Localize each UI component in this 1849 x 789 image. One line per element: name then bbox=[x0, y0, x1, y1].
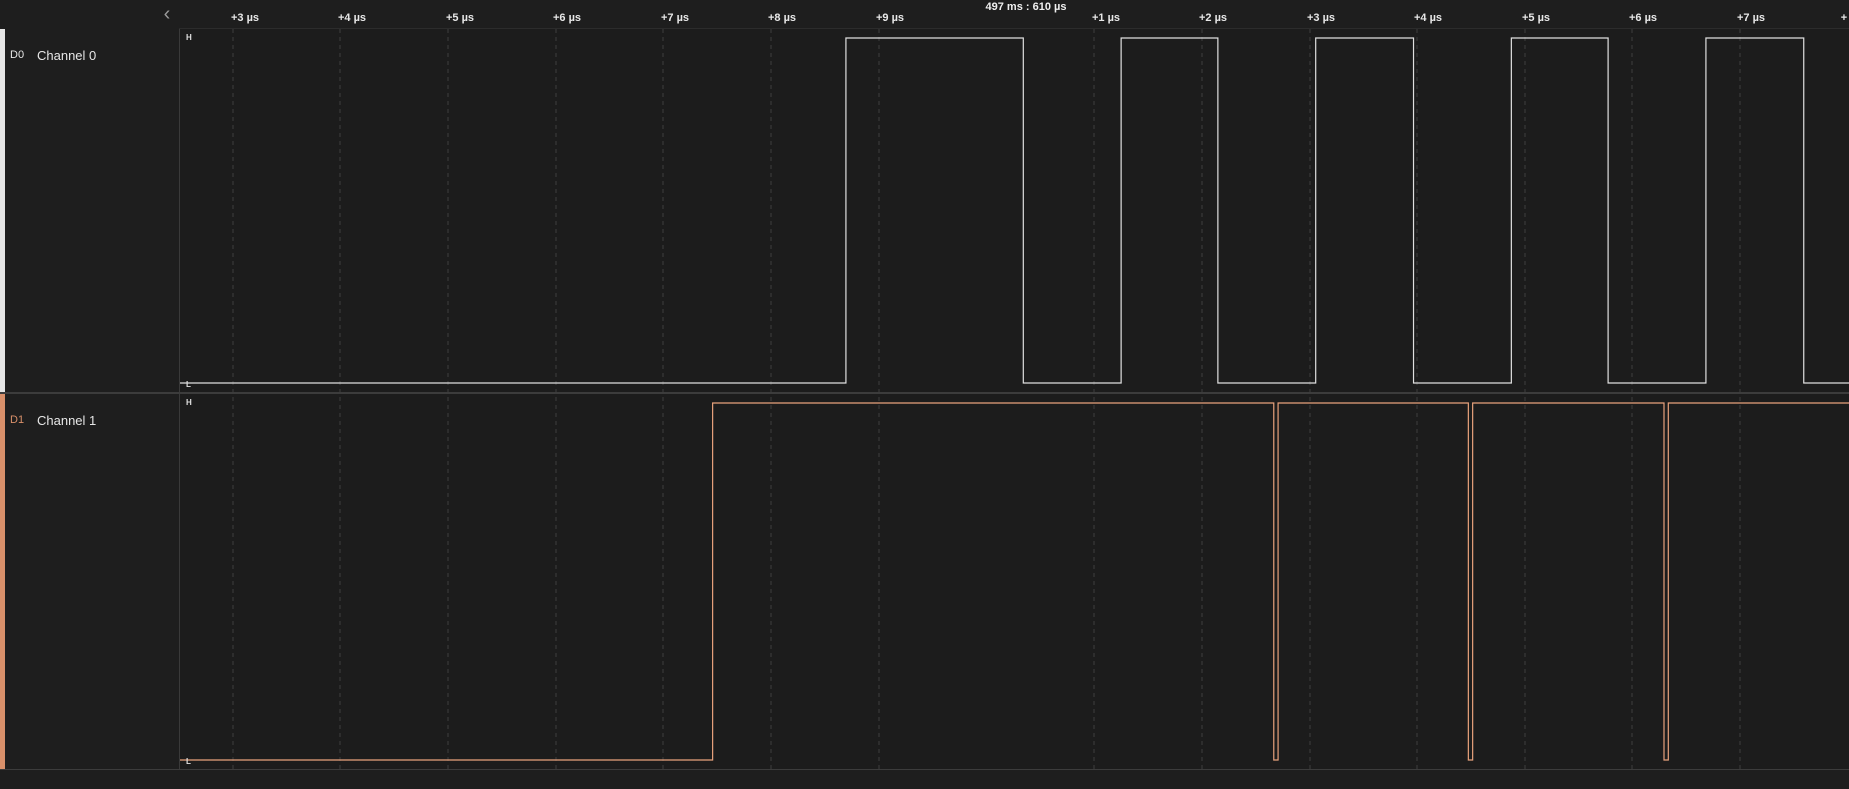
tick-label: +3 µs bbox=[230, 12, 260, 24]
tick-label: +7 µs bbox=[660, 12, 690, 24]
channel-label-panel[interactable]: D0 Channel 0 bbox=[0, 29, 179, 392]
tick-label: +1 µs bbox=[1091, 12, 1121, 24]
logic-analyzer-view: ‹ 497 ms : 610 µs +3 µs +4 µs +5 µs +6 µ… bbox=[0, 0, 1849, 789]
waveform-area[interactable] bbox=[179, 394, 1849, 769]
channel-id: D0 bbox=[10, 49, 25, 61]
tick-label: +6 µs bbox=[552, 12, 582, 24]
tick-label: + bbox=[1840, 12, 1848, 24]
time-ruler[interactable]: 497 ms : 610 µs +3 µs +4 µs +5 µs +6 µs … bbox=[179, 0, 1849, 29]
channel-color-bar bbox=[0, 29, 5, 392]
tick-label: +8 µs bbox=[767, 12, 797, 24]
channel-label-panel[interactable]: D1 Channel 1 bbox=[0, 394, 179, 769]
bottom-strip bbox=[0, 770, 1849, 789]
channel-id: D1 bbox=[10, 414, 25, 426]
channel-color-bar bbox=[0, 394, 5, 769]
tick-label: +5 µs bbox=[1521, 12, 1551, 24]
tick-label: +2 µs bbox=[1198, 12, 1228, 24]
tick-label: +6 µs bbox=[1628, 12, 1658, 24]
tick-label: +4 µs bbox=[337, 12, 367, 24]
channel-row-1[interactable]: D1 Channel 1 bbox=[0, 394, 1849, 769]
tick-label: +4 µs bbox=[1413, 12, 1443, 24]
tick-label: +9 µs bbox=[875, 12, 905, 24]
tick-label: +3 µs bbox=[1306, 12, 1336, 24]
channel-name[interactable]: Channel 1 bbox=[37, 413, 96, 428]
channel-row-0[interactable]: D0 Channel 0 bbox=[0, 29, 1849, 392]
waveform-area[interactable] bbox=[179, 29, 1849, 392]
sidebar-header: ‹ bbox=[0, 0, 179, 28]
tick-label: +5 µs bbox=[445, 12, 475, 24]
tick-label: +7 µs bbox=[1736, 12, 1766, 24]
chevron-left-icon[interactable]: ‹ bbox=[158, 3, 176, 25]
cursor-time-label: 497 ms : 610 µs bbox=[985, 1, 1067, 13]
channel-name[interactable]: Channel 0 bbox=[37, 48, 96, 63]
